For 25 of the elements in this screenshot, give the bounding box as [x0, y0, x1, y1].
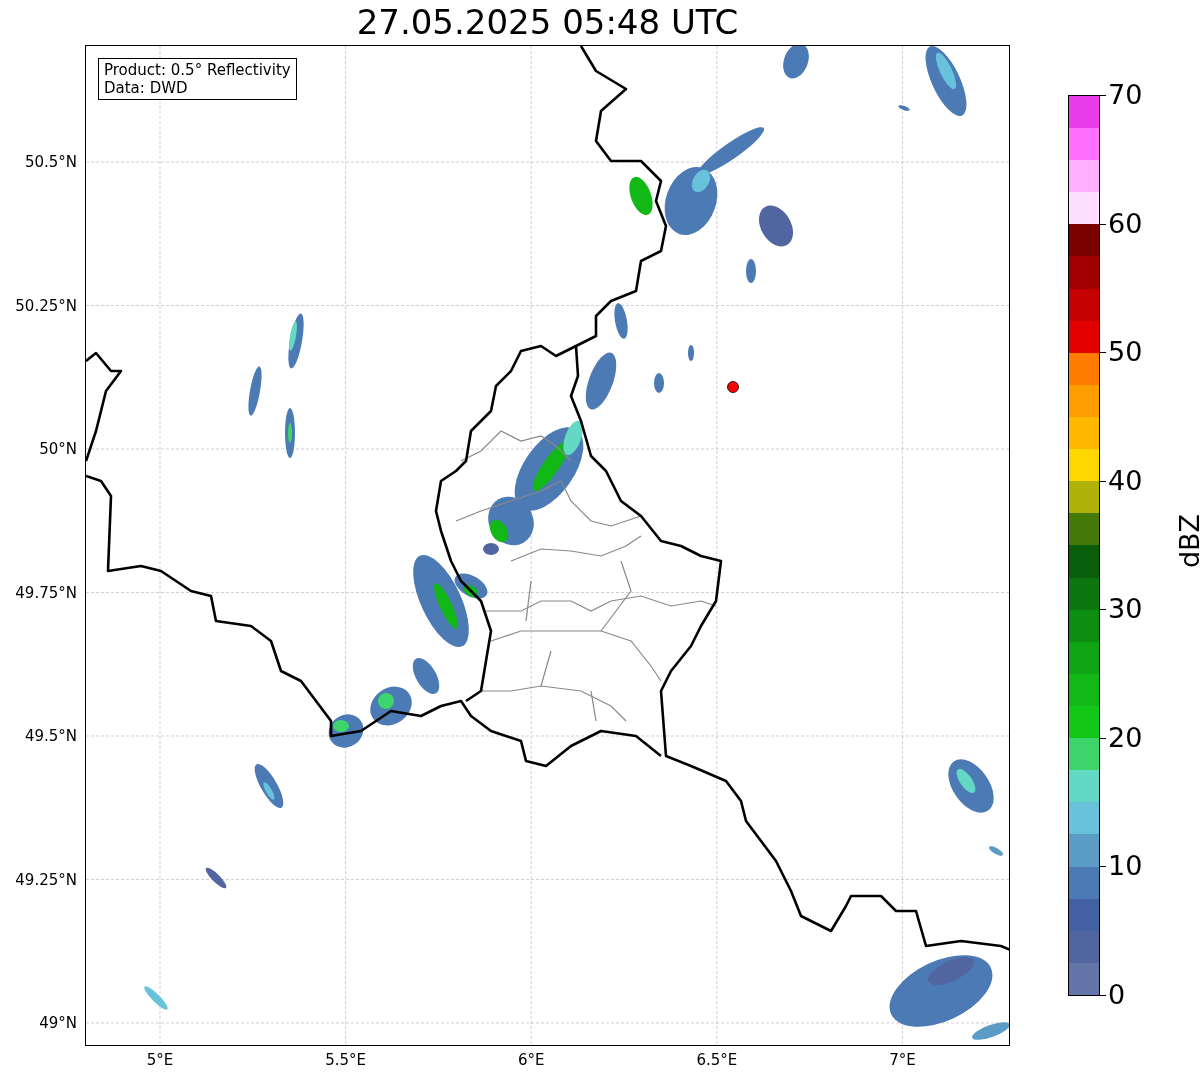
longitude-label: 6.5°E — [696, 1051, 738, 1069]
location-marker — [727, 381, 739, 393]
longitude-label: 6°E — [517, 1051, 545, 1069]
longitude-label: 5°E — [146, 1051, 174, 1069]
chart-title: 27.05.2025 05:48 UTC — [355, 1, 740, 44]
longitude-label: 5.5°E — [325, 1051, 366, 1069]
latitude-label: 49.75°N — [15, 583, 77, 602]
legend-text: Product: 0.5° Reflectivity — [104, 61, 291, 79]
tick-label: 20 — [1108, 722, 1143, 753]
latitude-label: 49°N — [39, 1014, 77, 1032]
tick-label: 30 — [1108, 594, 1143, 625]
tick-label: 70 — [1108, 80, 1143, 110]
tick-label: 40 — [1108, 465, 1143, 496]
longitude-label: 7°E — [889, 1051, 916, 1069]
latitude-label: 50°N — [39, 440, 77, 458]
latitude-label: 49.5°N — [24, 727, 77, 745]
tick-label: 60 — [1108, 208, 1143, 239]
latitude-label: 50.5°N — [24, 153, 77, 171]
tick-label: 50 — [1108, 337, 1143, 368]
tick-label: 0 — [1108, 980, 1126, 1010]
tick-label: 10 — [1108, 851, 1143, 882]
latitude-label: 49.25°N — [15, 870, 77, 889]
colorbar-label: dBZ — [1175, 513, 1202, 568]
latitude-label: 50.25°N — [15, 296, 77, 315]
legend-text: Data: DWD — [104, 79, 189, 97]
